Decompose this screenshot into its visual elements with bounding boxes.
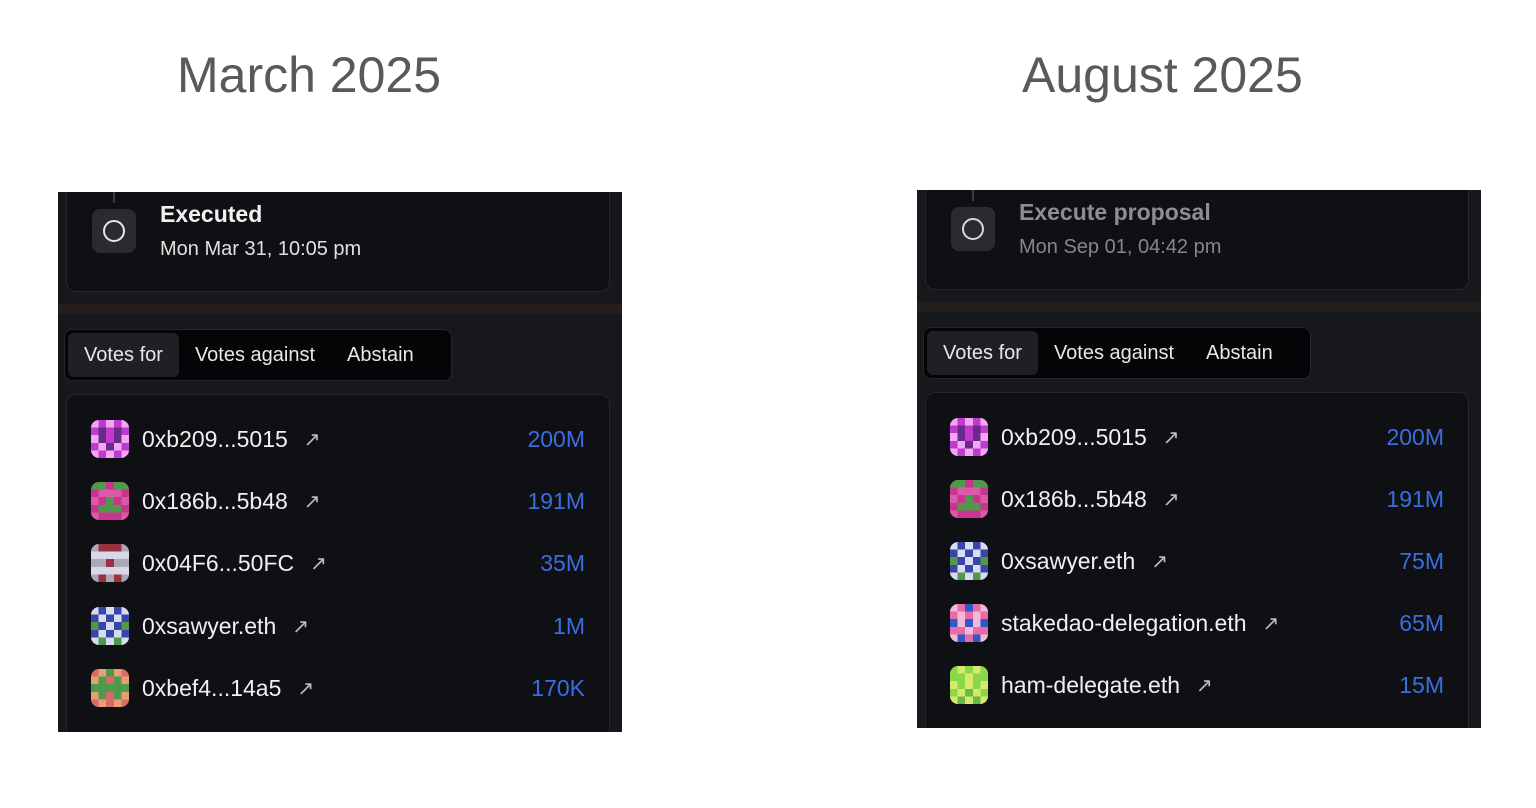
voter-address[interactable]: 0xb209...5015 [142,426,288,453]
external-link-arrow-icon[interactable]: ↗ [292,614,309,639]
votes-list: 0xb209...5015 ↗ 200M 0x186b...5b48 ↗ 191… [925,392,1469,728]
voter-address[interactable]: 0xbef4...14a5 [142,675,281,702]
voter-address[interactable]: 0x04F6...50FC [142,550,294,577]
voter-avatar-icon [91,607,129,645]
voter-avatar-icon [950,666,988,704]
tab-votes-against[interactable]: Votes against [179,333,331,377]
status-card: Executed Mon Mar 31, 10:05 pm [66,192,610,292]
tab-votes-against[interactable]: Votes against [1038,331,1190,375]
vote-row[interactable]: stakedao-delegation.eth ↗ 65M [950,603,1444,643]
vote-amount: 170K [531,674,585,701]
vote-amount: 15M [1399,671,1444,698]
vote-row[interactable]: 0x186b...5b48 ↗ 191M [950,479,1444,519]
vote-amount: 35M [540,549,585,576]
external-link-arrow-icon[interactable]: ↗ [310,551,327,576]
vote-row[interactable]: 0xb209...5015 ↗ 200M [950,417,1444,457]
vote-row[interactable]: 0xsawyer.eth ↗ 75M [950,541,1444,581]
status-date: Mon Sep 01, 04:42 pm [1019,236,1222,258]
timeline-connector [972,190,974,201]
vote-amount: 75M [1399,547,1444,574]
vote-amount: 200M [1386,423,1444,450]
voter-avatar-icon [91,669,129,707]
vote-row[interactable]: 0xbef4...14a5 ↗ 170K [91,668,585,708]
vote-row[interactable]: 0x04F6...50FC ↗ 35M [91,543,585,583]
voter-avatar-icon [91,482,129,520]
tab-abstain[interactable]: Abstain [1190,331,1289,375]
timeline-connector [113,192,115,203]
voter-avatar-icon [950,480,988,518]
vote-amount: 1M [553,612,585,639]
panel-march: Executed Mon Mar 31, 10:05 pm Votes for … [58,192,622,732]
heading-august: August 2025 [1022,47,1303,103]
vote-row[interactable]: 0xsawyer.eth ↗ 1M [91,606,585,646]
external-link-arrow-icon[interactable]: ↗ [304,427,321,452]
voter-address[interactable]: 0xsawyer.eth [1001,548,1135,575]
vote-row[interactable]: 0x186b...5b48 ↗ 191M [91,481,585,521]
status-title: Executed [160,201,263,227]
votes-tabs: Votes for Votes against Abstain [923,327,1311,379]
voter-address[interactable]: ham-delegate.eth [1001,672,1180,699]
tab-votes-for[interactable]: Votes for [927,331,1038,375]
voter-address[interactable]: 0xb209...5015 [1001,424,1147,451]
voter-avatar-icon [950,418,988,456]
vote-amount: 200M [527,425,585,452]
vote-row[interactable]: 0xb209...5015 ↗ 200M [91,419,585,459]
tab-abstain[interactable]: Abstain [331,333,430,377]
external-link-arrow-icon[interactable]: ↗ [1196,673,1213,698]
vote-row[interactable]: ham-delegate.eth ↗ 15M [950,665,1444,705]
external-link-arrow-icon[interactable]: ↗ [1163,487,1180,512]
status-circle-icon [92,209,136,253]
vote-amount: 65M [1399,609,1444,636]
voter-address[interactable]: 0xsawyer.eth [142,613,276,640]
voter-address[interactable]: stakedao-delegation.eth [1001,610,1247,637]
external-link-arrow-icon[interactable]: ↗ [304,489,321,514]
status-circle-icon [951,207,995,251]
voter-address[interactable]: 0x186b...5b48 [1001,486,1147,513]
status-date: Mon Mar 31, 10:05 pm [160,238,362,260]
external-link-arrow-icon[interactable]: ↗ [1151,549,1168,574]
vote-amount: 191M [527,487,585,514]
divider [58,304,622,314]
external-link-arrow-icon[interactable]: ↗ [1263,611,1280,636]
voter-avatar-icon [91,544,129,582]
tab-votes-for[interactable]: Votes for [68,333,179,377]
voter-avatar-icon [950,542,988,580]
heading-march: March 2025 [177,47,442,103]
status-title: Execute proposal [1019,199,1211,225]
voter-address[interactable]: 0x186b...5b48 [142,488,288,515]
divider [917,302,1481,312]
voter-avatar-icon [950,604,988,642]
votes-tabs: Votes for Votes against Abstain [64,329,452,381]
voter-avatar-icon [91,420,129,458]
panel-august: Execute proposal Mon Sep 01, 04:42 pm Vo… [917,190,1481,728]
status-card: Execute proposal Mon Sep 01, 04:42 pm [925,190,1469,290]
external-link-arrow-icon[interactable]: ↗ [297,676,314,701]
external-link-arrow-icon[interactable]: ↗ [1163,425,1180,450]
vote-amount: 191M [1386,485,1444,512]
votes-list: 0xb209...5015 ↗ 200M 0x186b...5b48 ↗ 191… [66,394,610,732]
